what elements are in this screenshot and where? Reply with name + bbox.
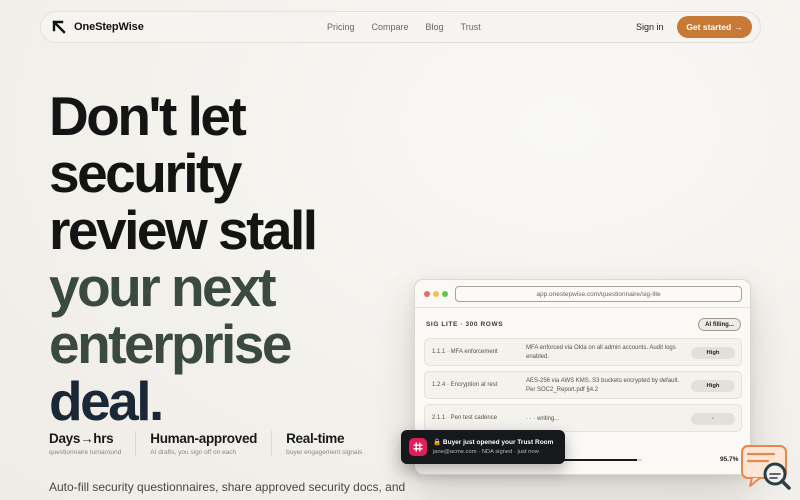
- window-maximize-dot: [442, 291, 448, 297]
- question-row[interactable]: 1.1.1 · MFA enforcement MFA enforced via…: [424, 338, 742, 366]
- stat-human-approved: Human-approved AI drafts, you sign off o…: [150, 431, 273, 456]
- headline-line-5: enterprise: [49, 313, 292, 375]
- stat-turnaround: Days→hrs questionnaire turnaround: [49, 431, 137, 456]
- get-started-label: Get started: [686, 22, 732, 32]
- hero-stats: Days→hrs questionnaire turnaround Human-…: [49, 431, 390, 456]
- ai-filling-status[interactable]: AI filling...: [698, 318, 741, 331]
- question-row[interactable]: 2.1.1 · Pen test cadence · · · writing..…: [424, 404, 742, 432]
- trust-room-notification[interactable]: 🔒 Buyer just opened your Trust Room jane…: [401, 430, 565, 464]
- hero-subtext: Auto-fill security questionnaires, share…: [49, 480, 406, 494]
- nav-links: Pricing Compare Blog Trust: [327, 22, 481, 32]
- nav-link-blog[interactable]: Blog: [426, 22, 444, 32]
- headline-line-6: deal.: [49, 370, 164, 432]
- nav-link-compare[interactable]: Compare: [372, 22, 409, 32]
- chat-search-icon[interactable]: [740, 444, 792, 492]
- brand-logo[interactable]: OneStepWise: [51, 19, 144, 35]
- headline-line-3: review stall: [49, 199, 318, 261]
- browser-toolbar: app.onestepwise.com/questionnaire/sig-li…: [415, 280, 750, 308]
- question-answer: AES-256 via AWS KMS. S3 buckets encrypte…: [526, 378, 680, 393]
- arrow-right-icon: →: [734, 22, 743, 32]
- stat-title: Real-time: [286, 431, 345, 446]
- stat-real-time: Real-time buyer engagement signals: [286, 431, 376, 456]
- confidence-badge: ·: [691, 413, 735, 425]
- window-minimize-dot: [433, 291, 439, 297]
- fill-progress-label: 95.7%: [720, 456, 739, 463]
- window-close-dot: [424, 291, 430, 297]
- stat-subtitle: AI drafts, you sign off on each: [150, 449, 237, 456]
- hero-headline: Don't let security review stall your nex…: [49, 88, 389, 430]
- notification-title: 🔒 Buyer just opened your Trust Room: [433, 439, 554, 446]
- confidence-badge: High: [691, 347, 735, 359]
- stat-subtitle: buyer engagement signals: [286, 449, 363, 456]
- nav-link-trust[interactable]: Trust: [461, 22, 481, 32]
- questionnaire-title: SIG LITE · 300 ROWS: [426, 321, 504, 328]
- question-answer: · · · writing...: [526, 416, 560, 422]
- top-navbar: OneStepWise Pricing Compare Blog Trust S…: [40, 11, 761, 43]
- slack-icon: [409, 438, 427, 456]
- question-id: 1.2.4 · Encryption at rest: [432, 382, 498, 388]
- brand-name: OneStepWise: [74, 21, 144, 33]
- confidence-badge: High: [691, 380, 735, 392]
- question-id: 2.1.1 · Pen test cadence: [432, 415, 498, 421]
- notification-subtitle: jane@acme.com · NDA signed · just now: [433, 449, 539, 455]
- stat-title: Human-approved: [150, 431, 258, 446]
- url-bar[interactable]: app.onestepwise.com/questionnaire/sig-li…: [455, 286, 742, 302]
- headline-line-1: Don't let: [49, 85, 247, 147]
- question-answer: MFA enforced via Okta on all admin accou…: [526, 345, 676, 360]
- headline-line-2: security: [49, 142, 242, 204]
- nav-link-pricing[interactable]: Pricing: [327, 22, 355, 32]
- sign-in-link[interactable]: Sign in: [636, 22, 664, 32]
- question-id: 1.1.1 · MFA enforcement: [432, 349, 498, 355]
- get-started-button[interactable]: Get started →: [677, 16, 752, 38]
- headline-line-4: your next: [49, 256, 277, 318]
- stat-subtitle: questionnaire turnaround: [49, 449, 122, 456]
- stat-title: Days→hrs: [49, 431, 114, 446]
- question-row[interactable]: 1.2.4 · Encryption at rest AES-256 via A…: [424, 371, 742, 399]
- arrow-up-left-icon: [52, 20, 66, 34]
